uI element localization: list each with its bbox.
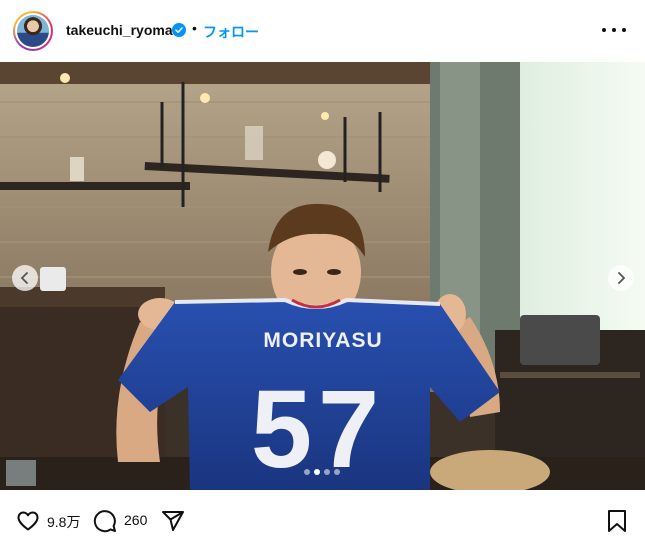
carousel-indicator (304, 469, 340, 475)
avatar[interactable] (13, 11, 53, 51)
heart-icon[interactable] (16, 509, 40, 533)
carousel-prev-icon (20, 272, 28, 284)
carousel-next-icon (618, 272, 626, 284)
comment-icon[interactable] (93, 509, 117, 533)
carousel-dot (334, 469, 340, 475)
share-icon[interactable] (161, 509, 185, 533)
post-header: takeuchi_ryoma • フォロー (0, 0, 645, 62)
more-options-icon[interactable] (602, 22, 626, 38)
comments-count[interactable]: 260 (124, 512, 147, 528)
username-link[interactable]: takeuchi_ryoma (66, 22, 173, 38)
post-photo[interactable]: MORIYASU 57 (0, 62, 645, 490)
carousel-dot (324, 469, 330, 475)
photo-illustration: MORIYASU 57 (0, 62, 645, 490)
likes-count[interactable]: 9.8万 (47, 512, 80, 532)
carousel-dot (304, 469, 310, 475)
avatar-ring (15, 13, 51, 49)
jersey-name-text: MORIYASU (263, 329, 382, 352)
follow-button[interactable]: フォロー (203, 22, 259, 42)
verified-badge-icon (172, 23, 186, 37)
carousel-next-button[interactable] (608, 265, 634, 291)
carousel-dot-active (314, 469, 320, 475)
bookmark-icon[interactable] (605, 509, 629, 533)
header-separator: • (192, 20, 197, 36)
avatar-image (17, 15, 49, 47)
post-actions: 9.8万 260 (0, 490, 645, 542)
carousel-prev-button[interactable] (12, 265, 38, 291)
